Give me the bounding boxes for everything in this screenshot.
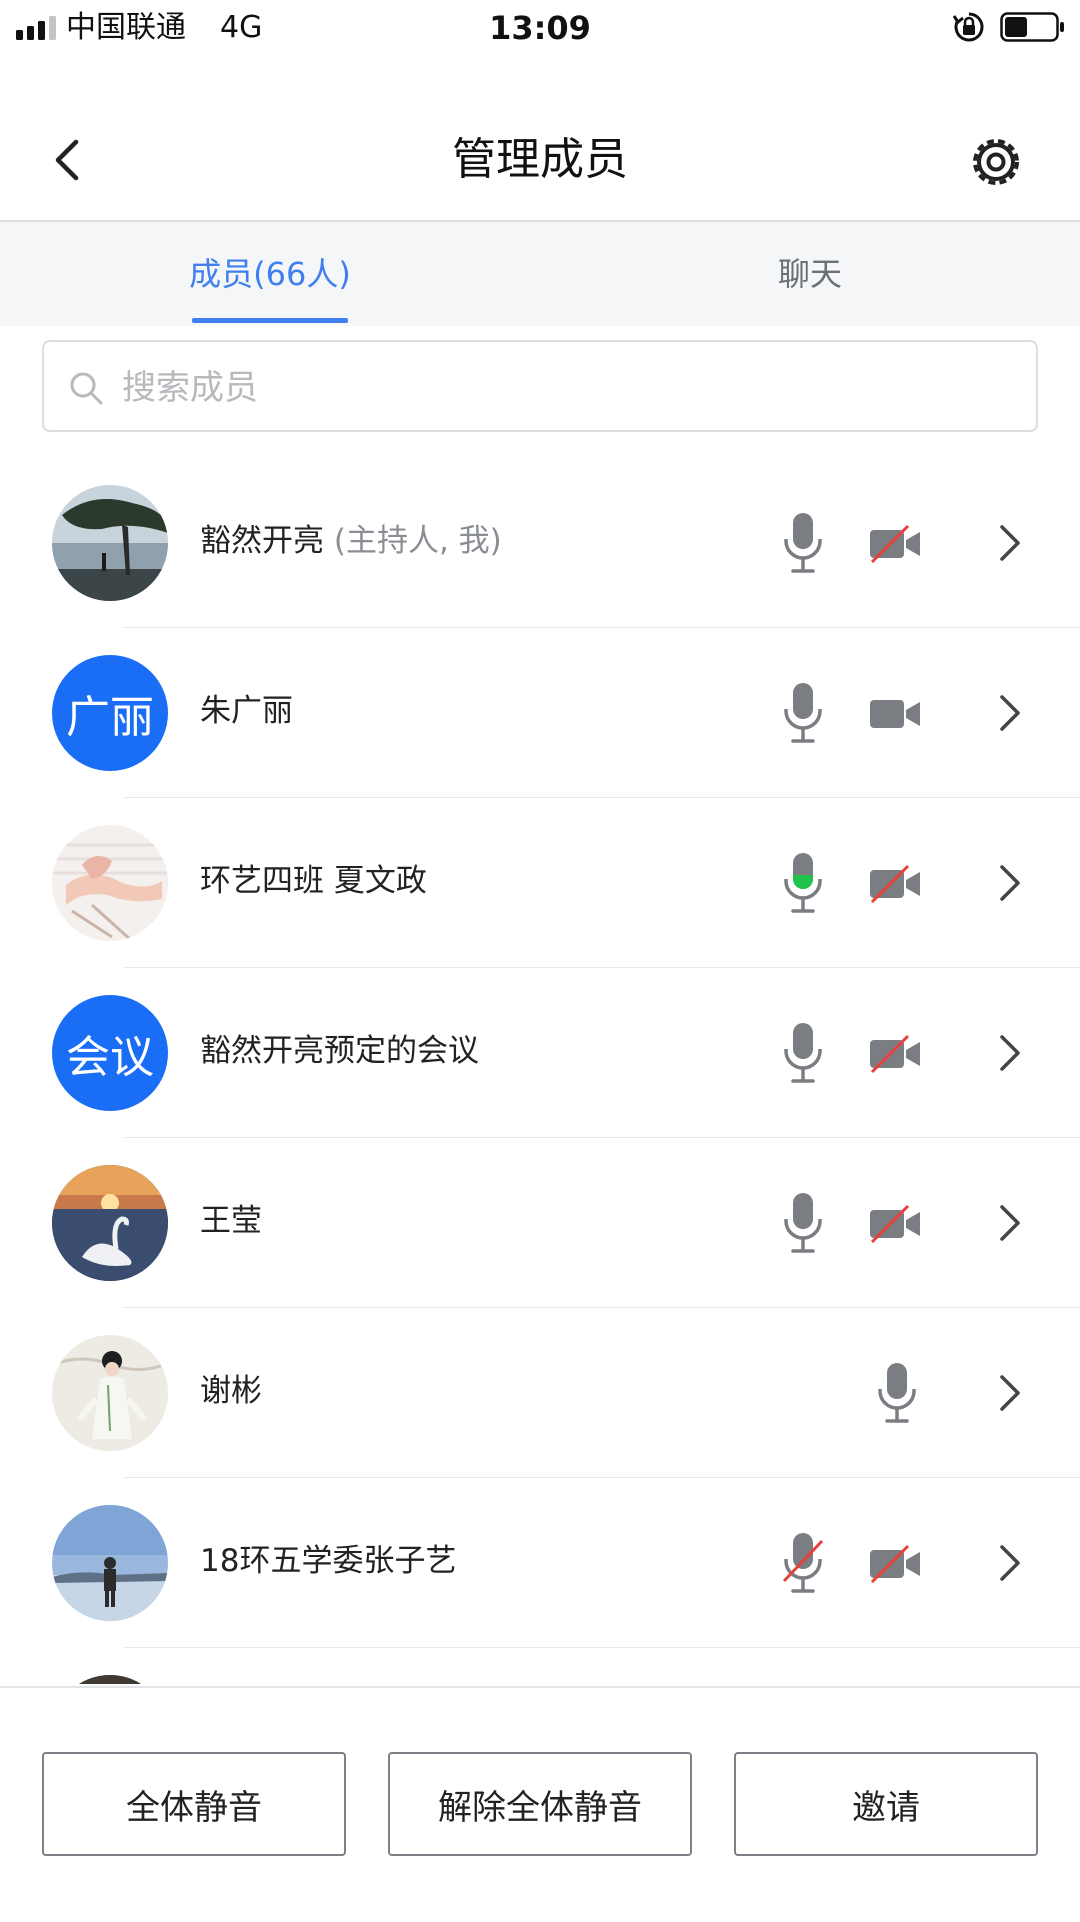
bottom-action-bar: 全体静音 解除全体静音 邀请 <box>0 1686 1080 1922</box>
member-name: 18环五学委张子艺 <box>200 1543 457 1579</box>
chevron-right-icon[interactable] <box>998 1541 1022 1585</box>
avatar: 会议 <box>52 995 168 1111</box>
member-row[interactable]: 王莹 <box>0 1138 1080 1308</box>
camera-off-icon[interactable] <box>868 864 922 904</box>
camera-off-icon[interactable] <box>868 1544 922 1584</box>
member-row[interactable]: 谢彬 <box>0 1308 1080 1478</box>
microphone-icon[interactable] <box>782 681 824 745</box>
avatar <box>52 1335 168 1451</box>
camera-off-icon[interactable] <box>868 1204 922 1244</box>
chevron-right-icon[interactable] <box>998 521 1022 565</box>
avatar <box>52 1675 168 1684</box>
rotation-lock-icon <box>952 12 984 42</box>
camera-off-icon[interactable] <box>868 524 922 564</box>
nav-bar: 管理成员 <box>0 100 1080 222</box>
chevron-right-icon[interactable] <box>998 1031 1022 1075</box>
search-input[interactable] <box>120 360 1004 416</box>
member-name: 王莹 <box>200 1203 262 1239</box>
microphone-icon[interactable] <box>782 1191 824 1255</box>
camera-icon[interactable] <box>868 694 922 734</box>
member-row[interactable]: 18环五学委张子艺 <box>0 1478 1080 1648</box>
member-list[interactable]: 豁然开亮 (主持人, 我) 广丽 朱广丽 环艺四班 夏文政 会议 豁然开亮预定的… <box>0 458 1080 1684</box>
member-name: 豁然开亮 (主持人, 我) <box>200 523 502 559</box>
status-bar: 中国联通 4G 13:09 <box>0 0 1080 56</box>
avatar <box>52 1505 168 1621</box>
seaside-person-photo <box>52 1505 168 1621</box>
invite-button[interactable]: 邀请 <box>734 1752 1038 1856</box>
member-row[interactable]: 广丽 朱广丽 <box>0 628 1080 798</box>
member-role: (主持人, 我) <box>333 523 502 559</box>
member-name: 谢彬 <box>200 1373 262 1409</box>
member-name: 豁然开亮预定的会议 <box>200 1033 479 1069</box>
microphone-speaking-icon[interactable] <box>782 851 824 915</box>
battery-icon <box>1000 12 1064 42</box>
tab-bar: 成员(66人) 聊天 <box>0 222 1080 326</box>
mute-all-button[interactable]: 全体静音 <box>42 1752 346 1856</box>
status-time: 13:09 <box>489 9 591 47</box>
avatar <box>52 1165 168 1281</box>
member-row[interactable]: 环艺四班 夏文政 <box>0 798 1080 968</box>
avatar: 广丽 <box>52 655 168 771</box>
member-name: 朱广丽 <box>200 693 293 729</box>
chevron-right-icon[interactable] <box>998 1371 1022 1415</box>
partial-photo <box>52 1675 168 1684</box>
search-box[interactable] <box>42 340 1038 432</box>
active-tab-indicator <box>192 318 348 323</box>
member-name: 环艺四班 夏文政 <box>200 863 427 899</box>
member-row[interactable]: 豁然开亮 (主持人, 我) <box>0 458 1080 628</box>
tree-lake-photo <box>52 485 168 601</box>
member-row[interactable]: 会议 豁然开亮预定的会议 <box>0 968 1080 1138</box>
member-row[interactable] <box>0 1648 1080 1684</box>
chevron-right-icon[interactable] <box>998 861 1022 905</box>
chevron-right-icon[interactable] <box>998 1201 1022 1245</box>
microphone-icon[interactable] <box>876 1361 918 1425</box>
anime-character-photo <box>52 825 168 941</box>
camera-off-icon[interactable] <box>868 1034 922 1074</box>
hanfu-girl-photo <box>52 1335 168 1451</box>
avatar <box>52 825 168 941</box>
page-title: 管理成员 <box>452 134 628 185</box>
swan-sunset-photo <box>52 1165 168 1281</box>
chevron-right-icon[interactable] <box>998 691 1022 735</box>
search-icon <box>70 372 103 405</box>
microphone-muted-icon[interactable] <box>782 1531 824 1595</box>
gear-icon[interactable] <box>964 130 1028 194</box>
microphone-icon[interactable] <box>782 1021 824 1085</box>
tab-chat[interactable]: 聊天 <box>690 252 930 296</box>
microphone-icon[interactable] <box>782 511 824 575</box>
unmute-all-button[interactable]: 解除全体静音 <box>388 1752 692 1856</box>
avatar <box>52 485 168 601</box>
tab-members[interactable]: 成员(66人) <box>150 252 390 296</box>
